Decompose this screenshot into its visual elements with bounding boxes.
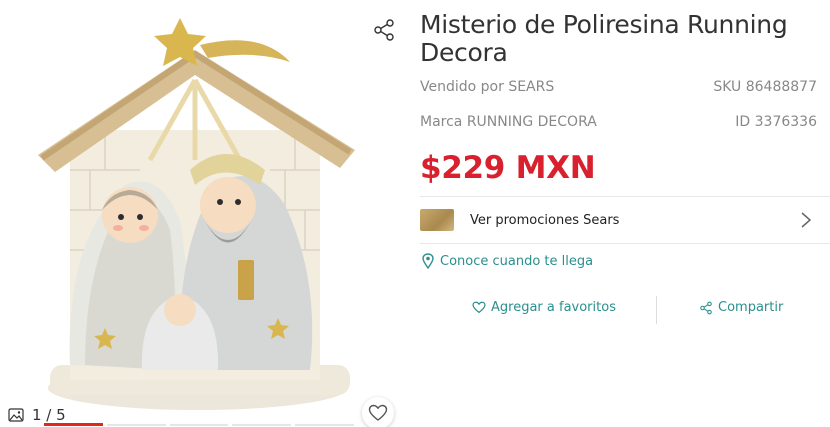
heart-icon [472,301,486,314]
share-label: Compartir [718,300,784,315]
gallery-progress-segment[interactable] [106,424,166,426]
gallery-progress-segment[interactable] [169,424,229,426]
product-title: Misterio de Poliresina Running Decora [420,10,788,67]
divider [420,196,830,197]
promotions-label: Ver promociones Sears [470,212,620,228]
add-to-favorites-label: Agregar a favoritos [491,300,616,315]
gallery-progress[interactable] [44,423,354,427]
product-price: $229 MXN [420,150,596,186]
promotions-link[interactable]: Ver promociones Sears [420,208,830,232]
delivery-estimate-link[interactable]: Conoce cuando te llega [422,253,593,269]
brand-id-row: Marca RUNNING DECORA ID 3376336 [420,114,817,130]
brand-label: Marca RUNNING DECORA [420,114,597,130]
id-label: ID 3376336 [735,114,817,130]
gallery-counter-text: 1 / 5 [32,406,66,424]
product-image[interactable] [30,10,365,415]
sku-label: SKU 86488877 [713,79,817,95]
seller-label: Vendido por SEARS [420,79,555,95]
gallery-progress-segment[interactable] [232,424,292,426]
product-actions: Agregar a favoritos Compartir [420,296,830,324]
share-icon[interactable] [372,18,396,42]
heart-icon [368,404,388,421]
product-gallery: 1 / 5 [0,0,405,427]
share-button[interactable]: Compartir [699,300,783,315]
chevron-right-icon [801,212,812,228]
gallery-progress-segment[interactable] [295,424,354,426]
promotions-card-image [420,209,454,231]
divider [420,243,830,244]
actions-divider [656,296,657,324]
seller-sku-row: Vendido por SEARS SKU 86488877 [420,79,817,95]
image-gallery-icon [8,408,24,422]
favorite-button[interactable] [362,397,394,427]
gallery-counter: 1 / 5 [8,406,66,424]
delivery-estimate-label: Conoce cuando te llega [440,253,594,269]
location-pin-icon [422,253,434,269]
gallery-progress-segment[interactable] [44,423,103,426]
share-icon [700,301,712,314]
add-to-favorites-button[interactable]: Agregar a favoritos [472,300,616,315]
